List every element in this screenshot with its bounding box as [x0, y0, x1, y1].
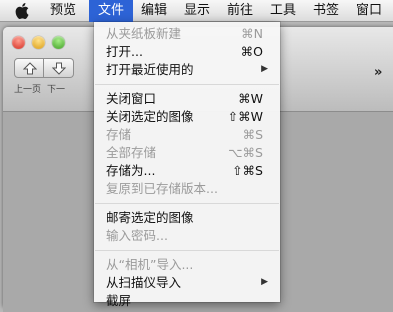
menu-item-shortcut: ⇧⌘S	[232, 163, 263, 178]
menu-item-new-from-clipboard: 从夹纸板新建 ⌘N	[94, 25, 280, 42]
menu-item-label: 从“相机”导入...	[106, 257, 194, 272]
next-page-button[interactable]	[44, 58, 74, 78]
close-window-button[interactable]	[12, 36, 25, 49]
menu-item-label: 关闭窗口	[106, 91, 157, 106]
menu-item-label: 邮寄选定的图像	[106, 210, 194, 225]
menu-item-revert: 复原到已存储版本...	[94, 180, 280, 197]
menu-item-label: 打开最近使用的	[106, 62, 194, 77]
menu-go[interactable]: 前往	[219, 0, 261, 22]
previous-page-label: 上一页	[14, 85, 42, 95]
menu-item-shortcut: ⌘N	[241, 26, 263, 41]
menu-item-label: 打开...	[106, 44, 143, 59]
menu-item-save-all: 全部存储 ⌥⌘S	[94, 144, 280, 161]
menu-item-take-screenshot[interactable]: 截屏	[94, 292, 280, 309]
menu-item-label: 存储	[106, 127, 132, 142]
apple-menu-icon[interactable]	[14, 0, 30, 22]
menu-item-save: 存储 ⌘S	[94, 126, 280, 143]
previous-page-button[interactable]	[14, 58, 44, 78]
submenu-arrow-icon: ▶	[261, 277, 268, 287]
menu-item-close-selected-image[interactable]: 关闭选定的图像 ⇧⌘W	[94, 108, 280, 125]
menu-item-shortcut: ⌥⌘S	[228, 145, 263, 160]
menu-item-mail-selected-image[interactable]: 邮寄选定的图像	[94, 209, 280, 226]
zoom-window-button[interactable]	[52, 36, 65, 49]
menu-item-label: 复原到已存储版本...	[106, 181, 218, 196]
submenu-arrow-icon: ▶	[261, 64, 268, 74]
menu-file[interactable]: 文件	[89, 0, 133, 22]
next-page-label: 下一	[47, 85, 66, 95]
arrow-down-icon	[52, 62, 66, 75]
menu-separator	[95, 250, 279, 251]
menu-item-label: 从夹纸板新建	[106, 26, 182, 41]
menu-item-label: 全部存储	[106, 145, 157, 160]
menu-separator	[95, 203, 279, 204]
menu-bar: 预览 文件 编辑 显示 前往 工具 书签 窗口	[0, 0, 393, 22]
arrow-up-icon	[23, 62, 37, 75]
menu-item-shortcut: ⌘W	[238, 91, 263, 106]
menu-preview[interactable]: 预览	[41, 0, 85, 22]
menu-item-shortcut: ⌘S	[242, 127, 263, 142]
menu-item-label: 输入密码...	[106, 228, 168, 243]
menu-separator	[95, 84, 279, 85]
menu-bookmarks[interactable]: 书签	[305, 0, 347, 22]
menu-item-label: 关闭选定的图像	[106, 109, 194, 124]
menu-item-import-from-scanner[interactable]: 从扫描仪导入 ▶	[94, 274, 280, 291]
menu-item-shortcut: ⌘O	[240, 44, 263, 59]
menu-item-enter-password: 输入密码...	[94, 227, 280, 244]
menu-item-import-from-camera: 从“相机”导入...	[94, 256, 280, 273]
menu-item-shortcut: ⇧⌘W	[227, 109, 263, 124]
menu-item-label: 从扫描仪导入	[106, 275, 182, 290]
menu-tools[interactable]: 工具	[262, 0, 304, 22]
menu-item-label: 存储为...	[106, 163, 156, 178]
menu-item-label: 截屏	[106, 293, 132, 308]
menu-view[interactable]: 显示	[176, 0, 218, 22]
toolbar-overflow-icon[interactable]: »	[374, 65, 382, 80]
menu-window[interactable]: 窗口	[348, 0, 390, 22]
menu-item-open-recent[interactable]: 打开最近使用的 ▶	[94, 61, 280, 78]
minimize-window-button[interactable]	[32, 36, 45, 49]
menu-item-open[interactable]: 打开... ⌘O	[94, 43, 280, 60]
menu-item-close-window[interactable]: 关闭窗口 ⌘W	[94, 90, 280, 107]
menu-item-save-as[interactable]: 存储为... ⇧⌘S	[94, 162, 280, 179]
file-menu-dropdown: 从夹纸板新建 ⌘N 打开... ⌘O 打开最近使用的 ▶ 关闭窗口 ⌘W 关闭选…	[94, 22, 280, 308]
menu-edit[interactable]: 编辑	[133, 0, 175, 22]
